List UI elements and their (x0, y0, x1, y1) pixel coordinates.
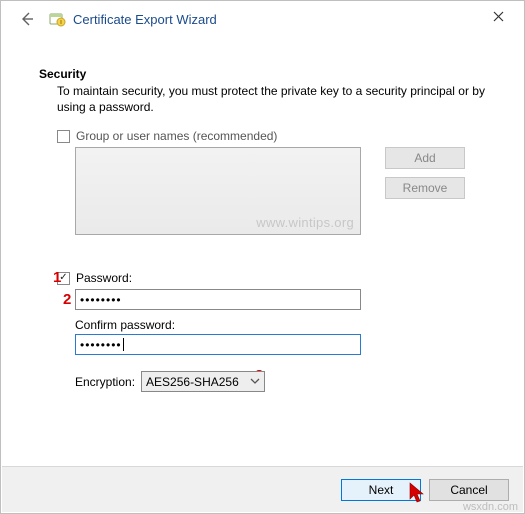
window-title: Certificate Export Wizard (73, 12, 478, 27)
close-button[interactable] (478, 2, 518, 30)
password-value: •••••••• (80, 293, 122, 307)
annotation-2: 2 (63, 291, 71, 308)
back-button[interactable] (15, 7, 39, 31)
wizard-icon (47, 9, 67, 29)
group-area: www.wintips.org Add Remove (39, 147, 486, 235)
password-input[interactable]: •••••••• (75, 289, 361, 310)
encryption-select[interactable]: AES256-SHA256 (141, 371, 265, 392)
password-label: Password: (76, 271, 132, 285)
back-arrow-icon (19, 11, 35, 27)
encryption-label: Encryption: (75, 375, 135, 389)
watermark-corner: wsxdn.com (463, 501, 518, 513)
encryption-value: AES256-SHA256 (146, 375, 239, 389)
group-label: Group or user names (recommended) (76, 129, 277, 143)
password-block: 1 2 3 Password: •••••••• Confirm passwor… (57, 271, 486, 392)
group-option-row: Group or user names (recommended) (57, 129, 486, 143)
section-description: To maintain security, you must protect t… (39, 83, 486, 115)
wizard-footer: Next Cancel (2, 466, 523, 512)
password-option-row: Password: (57, 271, 486, 285)
remove-button[interactable]: Remove (385, 177, 465, 199)
group-checkbox[interactable] (57, 130, 70, 143)
titlebar: Certificate Export Wizard (1, 1, 524, 37)
next-button[interactable]: Next (341, 479, 421, 501)
encryption-row: Encryption: AES256-SHA256 (75, 371, 486, 392)
wizard-window: Certificate Export Wizard Security To ma… (0, 0, 525, 514)
confirm-password-label: Confirm password: (75, 318, 486, 332)
section-heading: Security (39, 67, 486, 81)
cancel-button[interactable]: Cancel (429, 479, 509, 501)
principals-listbox[interactable]: www.wintips.org (75, 147, 361, 235)
wizard-body: Security To maintain security, you must … (1, 37, 524, 392)
annotation-1: 1 (53, 269, 61, 286)
confirm-password-input[interactable]: •••••••• (75, 334, 361, 355)
watermark-center: www.wintips.org (256, 215, 354, 230)
chevron-down-icon (250, 375, 260, 389)
principal-buttons: Add Remove (385, 147, 465, 199)
text-caret (123, 338, 124, 351)
close-icon (493, 11, 504, 22)
add-button[interactable]: Add (385, 147, 465, 169)
confirm-password-value: •••••••• (80, 338, 122, 352)
